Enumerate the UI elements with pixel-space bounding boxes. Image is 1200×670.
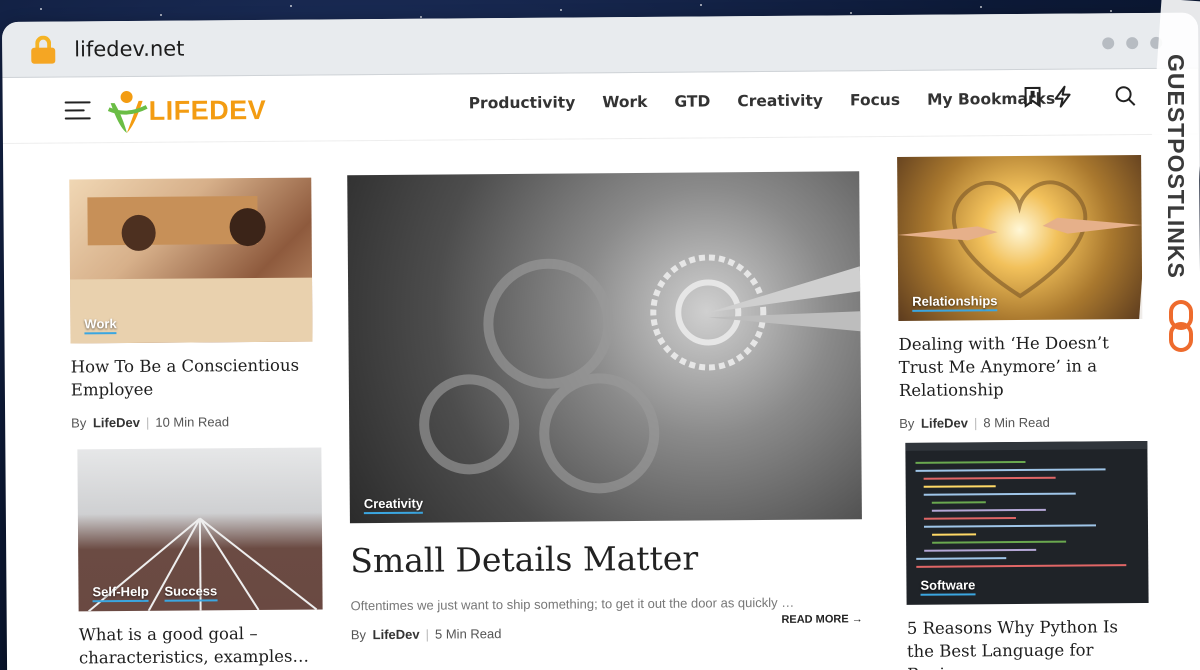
nav-creativity[interactable]: Creativity [737, 92, 823, 111]
post-card[interactable]: Self-Help Success What is a good goal – … [77, 447, 323, 670]
browser-window: lifedev.net LIFEDEV Productivity Work GT… [2, 12, 1200, 670]
post-card[interactable]: Relationships Dealing with ‘He Doesn’t T… [897, 155, 1143, 431]
window-controls[interactable] [1102, 36, 1163, 50]
site-logo[interactable]: LIFEDEV [107, 86, 267, 135]
lock-icon [30, 35, 56, 64]
main-nav: Productivity Work GTD Creativity Focus M… [469, 90, 1056, 113]
post-meta: By LifeDev | 8 Min Read [899, 414, 1050, 431]
post-title[interactable]: Dealing with ‘He Doesn’t Trust Me Anymor… [898, 331, 1143, 402]
post-title[interactable]: What is a good goal – characteristics, e… [79, 621, 323, 669]
search-icon[interactable] [1115, 85, 1137, 107]
site-header: LIFEDEV Productivity Work GTD Creativity… [2, 68, 1199, 144]
meta-by: By [71, 415, 87, 431]
post-card[interactable]: Work How To Be a Conscientious Employee … [69, 177, 313, 431]
meta-read-time: 8 Min Read [983, 414, 1050, 431]
address-bar[interactable]: lifedev.net [2, 12, 1199, 78]
post-grid: Work How To Be a Conscientious Employee … [3, 135, 1200, 670]
post-card[interactable]: Software 5 Reasons Why Python Is the Bes… [905, 441, 1149, 670]
meta-read-time: 5 Min Read [434, 626, 502, 642]
post-thumbnail[interactable]: Work [69, 177, 313, 344]
meta-author[interactable]: LifeDev [93, 415, 140, 430]
category-label[interactable]: Software [920, 577, 976, 596]
featured-post[interactable]: Creativity Small Details Matter Oftentim… [347, 171, 863, 642]
watermark-text: GUESTPOSTLINKS [1163, 54, 1189, 279]
post-meta: By LifeDev | 5 Min Read READ MORE → [350, 613, 863, 643]
post-thumbnail[interactable]: Self-Help Success [77, 447, 323, 612]
post-thumbnail[interactable]: Relationships [897, 155, 1143, 321]
category-label[interactable]: Relationships [912, 293, 998, 312]
post-thumbnail[interactable]: Software [905, 441, 1149, 605]
meta-author[interactable]: LifeDev [373, 627, 420, 642]
meta-by: By [350, 627, 367, 643]
url-text[interactable]: lifedev.net [74, 36, 184, 61]
featured-title[interactable]: Small Details Matter [350, 537, 862, 581]
nav-gtd[interactable]: GTD [674, 92, 710, 110]
meta-author[interactable]: LifeDev [921, 415, 968, 430]
post-title[interactable]: How To Be a Conscientious Employee [71, 354, 313, 402]
category-label[interactable]: Creativity [363, 495, 424, 515]
nav-work[interactable]: Work [602, 93, 647, 111]
post-meta: By LifeDev | 10 Min Read [71, 414, 230, 431]
category-label[interactable]: Work [84, 316, 117, 335]
meta-by: By [899, 415, 915, 431]
arrow-right-icon: → [851, 613, 863, 626]
post-title[interactable]: 5 Reasons Why Python Is the Best Languag… [907, 615, 1150, 670]
logo-mark-icon [107, 91, 148, 134]
featured-excerpt: Oftentimes we just want to ship somethin… [350, 594, 795, 614]
header-icons [1023, 85, 1073, 108]
read-more-link[interactable]: READ MORE → [781, 613, 862, 626]
category-label[interactable]: Success [164, 583, 218, 602]
logo-text: LIFEDEV [148, 94, 267, 126]
gears-icon [419, 254, 861, 494]
bookmark-icon[interactable] [1023, 86, 1043, 108]
menu-icon[interactable] [64, 101, 91, 120]
link-logo-icon [1169, 300, 1193, 352]
nav-productivity[interactable]: Productivity [469, 94, 576, 113]
flash-icon[interactable] [1053, 85, 1073, 108]
nav-focus[interactable]: Focus [850, 91, 900, 109]
read-more-label: READ MORE [781, 613, 849, 626]
category-label[interactable]: Self-Help [92, 583, 149, 603]
featured-thumbnail[interactable]: Creativity [347, 171, 862, 524]
meta-read-time: 10 Min Read [155, 414, 230, 430]
